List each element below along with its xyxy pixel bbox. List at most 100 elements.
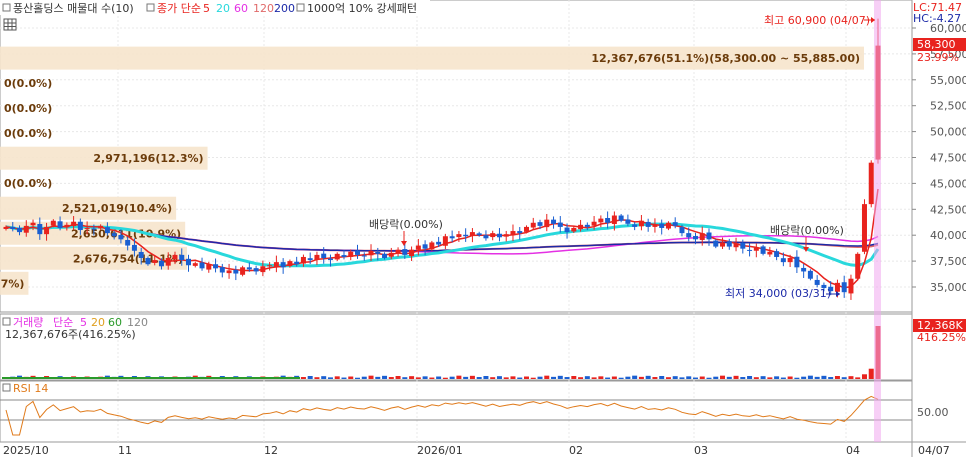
volume-bar: [355, 377, 361, 379]
candle-body: [625, 219, 631, 224]
candle-body: [165, 257, 171, 266]
checkbox-icon[interactable]: [2, 383, 11, 392]
volume-bar: [720, 375, 726, 379]
candle-body: [429, 242, 435, 250]
candle-body: [131, 244, 137, 251]
candle-body: [321, 253, 327, 258]
volume-bar: [794, 377, 800, 379]
volume-profile-label: 0(0.0%): [4, 177, 52, 190]
candle-body: [659, 223, 665, 228]
candle-body: [422, 244, 428, 249]
candle-body: [152, 260, 158, 263]
candle-body: [240, 267, 246, 275]
candle-body: [584, 224, 590, 227]
checkbox-icon[interactable]: [2, 3, 11, 12]
rsi-panel[interactable]: [0, 380, 913, 443]
volume-bar: [659, 376, 665, 379]
volume-bar: [375, 376, 381, 379]
volume-bar: [415, 377, 421, 379]
candle-body: [699, 233, 705, 240]
volume-bar: [341, 377, 347, 379]
candle-body: [260, 266, 266, 273]
price-tick-label: 52,500: [930, 100, 966, 113]
chart-canvas[interactable]: 12,367,676(51.1%)(58,300.00 ~ 55,885.00)…: [0, 0, 966, 457]
candle-body: [834, 282, 840, 292]
volume-bar: [496, 376, 502, 379]
volume-bar: [679, 377, 685, 379]
candle-body: [611, 215, 617, 225]
candle-body: [273, 262, 279, 267]
volume-bar: [861, 374, 867, 379]
checkbox-icon[interactable]: [2, 317, 11, 326]
checkbox-icon[interactable]: [296, 3, 305, 12]
candle-body: [841, 282, 847, 293]
filter-label: 1000억 10% 강세패턴: [307, 2, 417, 15]
candle-body: [158, 260, 164, 267]
volume-bar: [517, 377, 523, 379]
candle-body: [314, 254, 320, 261]
dividend-annotation-1: 배당락(0.00%): [369, 218, 443, 231]
indicator-title: 풍산홀딩스 매물대 수(10): [13, 2, 134, 15]
candle-body: [807, 270, 813, 279]
candle-body: [449, 236, 455, 239]
volume-bar: [828, 377, 834, 379]
candle-body: [287, 261, 293, 267]
candle-body: [3, 226, 9, 229]
volume-bar: [436, 376, 442, 379]
candle-body: [57, 221, 63, 228]
volume-bar: [530, 377, 536, 379]
candle-body: [523, 226, 529, 232]
volume-bar: [591, 377, 597, 379]
candle-body: [483, 235, 489, 239]
candle-body: [578, 224, 584, 230]
candle-body: [246, 267, 252, 270]
volume-bar: [578, 377, 584, 379]
volume-bar: [382, 375, 388, 379]
candle-body: [300, 256, 306, 264]
candle-body: [557, 222, 563, 227]
volume-bar: [618, 377, 624, 379]
candle-body: [713, 240, 719, 247]
volume-bar: [490, 377, 496, 379]
candle-body: [780, 258, 786, 263]
volume-bar: [510, 376, 516, 379]
candle-body: [104, 227, 110, 234]
candle-body: [84, 227, 90, 229]
stock-chart-window: 12,367,676(51.1%)(58,300.00 ~ 55,885.00)…: [0, 0, 966, 457]
candle-body: [814, 279, 820, 285]
volume-bar: [429, 377, 435, 379]
price-tick-label: 50,000: [930, 126, 966, 139]
volume-bar: [814, 376, 820, 379]
volume-bar: [672, 376, 678, 379]
candle-body: [37, 224, 43, 235]
volume-bar: [557, 375, 563, 379]
volume-bar: [774, 376, 780, 379]
candle-body: [30, 222, 36, 226]
volume-bar: [760, 376, 766, 379]
volume-bar: [686, 376, 692, 379]
candle-body: [665, 222, 671, 229]
candle-body: [503, 234, 509, 237]
candle-body: [267, 265, 273, 267]
candle-body: [388, 252, 394, 257]
candle-body: [307, 258, 313, 261]
volume-bar: [300, 377, 306, 379]
candle-body: [125, 239, 131, 246]
candle-body: [618, 215, 624, 221]
checkbox-icon[interactable]: [146, 3, 155, 12]
volume-change-label: 416.25%: [917, 331, 966, 344]
grid-settings-icon[interactable]: [3, 18, 17, 31]
volume-bar: [841, 377, 847, 379]
volume-bar: [564, 377, 570, 379]
candle-body: [355, 250, 361, 255]
volume-bar: [740, 377, 746, 379]
candle-body: [753, 247, 759, 251]
candle-body: [294, 261, 300, 265]
candle-body: [726, 241, 732, 247]
volume-bar: [463, 376, 469, 379]
candle-body: [64, 224, 70, 228]
candle-body: [118, 234, 124, 240]
candle-body: [44, 226, 50, 235]
volume-bar: [645, 375, 651, 379]
volume-bar: [699, 376, 705, 379]
